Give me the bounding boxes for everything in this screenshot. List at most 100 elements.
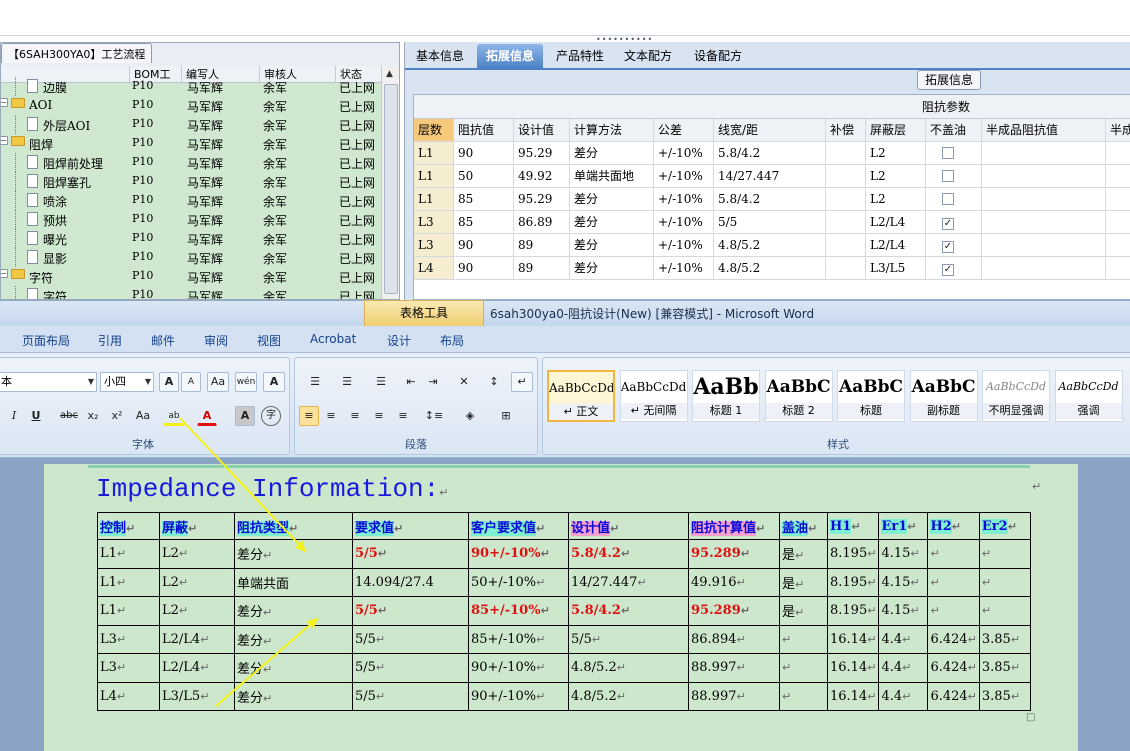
grid-cell[interactable]: [926, 142, 982, 165]
table-cell[interactable]: 4.4↵: [878, 624, 929, 654]
tree-row[interactable]: 边膜 P10 马军辉 余军 已上网: [1, 77, 381, 96]
grid-column-header[interactable]: 阻抗值: [454, 119, 514, 142]
grid-cell[interactable]: [926, 188, 982, 211]
tree-row[interactable]: − AOI P10 马军辉 余军 已上网: [1, 96, 381, 115]
table-header-cell[interactable]: Er2↵: [978, 512, 1031, 540]
extended-info-subtab[interactable]: 拓展信息: [917, 70, 981, 90]
style-option[interactable]: AaBbCcDd ↵ 正文: [547, 370, 615, 422]
char-shading-icon[interactable]: A: [235, 406, 255, 426]
table-cell[interactable]: ↵: [927, 596, 980, 626]
table-cell[interactable]: 90+/-10%↵: [468, 681, 569, 711]
table-cell[interactable]: 差分↵: [234, 596, 353, 626]
grid-cell[interactable]: [982, 165, 1106, 188]
table-cell[interactable]: ↵: [978, 596, 1031, 626]
style-option[interactable]: AaBbCcDd 不明显强调: [982, 370, 1050, 422]
font-color-icon[interactable]: A: [197, 406, 217, 426]
table-cell[interactable]: ↵: [978, 567, 1031, 597]
grid-cell[interactable]: 85: [454, 188, 514, 211]
grid-cell[interactable]: ✓: [926, 234, 982, 257]
table-cell[interactable]: 差分↵: [234, 539, 353, 569]
strikethrough-icon[interactable]: abc: [57, 406, 81, 426]
grid-cell[interactable]: +/-10%: [654, 165, 714, 188]
table-cell[interactable]: ↵: [779, 653, 828, 683]
grid-column-header[interactable]: 半成品阻抗值: [982, 119, 1106, 142]
table-cell[interactable]: ↵: [779, 681, 828, 711]
grid-cell[interactable]: 85: [454, 211, 514, 234]
table-cell[interactable]: 4.8/5.2↵: [568, 681, 689, 711]
grid-cell[interactable]: [926, 165, 982, 188]
table-cell[interactable]: 85+/-10%↵: [468, 624, 569, 654]
grid-cell[interactable]: [826, 257, 866, 280]
doc-heading[interactable]: Impedance Information:↵: [96, 474, 448, 504]
grid-cell[interactable]: 5/5: [714, 211, 826, 234]
table-cell[interactable]: 6.424↵: [927, 653, 980, 683]
underline-icon[interactable]: U: [27, 406, 45, 426]
table-cell[interactable]: 95.289↵: [688, 539, 780, 569]
table-cell[interactable]: 4.15↵: [878, 539, 929, 569]
table-cell[interactable]: 5/5↵: [352, 681, 469, 711]
table-header-cell[interactable]: 盖油↵: [779, 512, 828, 540]
table-cell[interactable]: L1↵: [97, 596, 160, 626]
tree-row[interactable]: 显影 P10 马军辉 余军 已上网: [1, 248, 381, 267]
table-cell[interactable]: 差分↵: [234, 653, 353, 683]
table-cell[interactable]: 3.85↵: [978, 653, 1031, 683]
grid-cell[interactable]: [1106, 234, 1130, 257]
align-right-icon[interactable]: ≡: [345, 406, 365, 426]
table-cell[interactable]: 90+/-10%↵: [468, 539, 569, 569]
style-option[interactable]: AaBbC 标题: [837, 370, 905, 422]
table-cell[interactable]: 14/27.447↵: [568, 567, 689, 597]
table-header-cell[interactable]: 控制↵: [97, 512, 160, 540]
grid-cell[interactable]: 49.92: [514, 165, 570, 188]
grid-column-header[interactable]: 设计值: [514, 119, 570, 142]
table-cell[interactable]: 88.997↵: [688, 653, 780, 683]
grid-cell[interactable]: +/-10%: [654, 234, 714, 257]
grid-cell[interactable]: L2: [866, 188, 926, 211]
highlight-icon[interactable]: ab: [163, 406, 185, 426]
style-option[interactable]: AaBbC 副标题: [909, 370, 978, 422]
sort-icon[interactable]: ↕: [483, 372, 505, 392]
enclose-char-icon[interactable]: 字: [261, 406, 281, 426]
table-cell[interactable]: 是↵: [779, 596, 828, 626]
table-cell[interactable]: 单端共面: [234, 567, 353, 597]
impedance-table[interactable]: 控制↵ 屏蔽↵ 阻抗类型↵ 要求值↵ 客户要求值↵ 设计值↵ 阻抗计算值↵ 盖油↵ H1↵ Er1…: [97, 512, 1031, 711]
italic-icon[interactable]: I: [5, 406, 23, 426]
align-center-icon[interactable]: ≡: [321, 406, 341, 426]
table-cell[interactable]: 8.195↵: [826, 539, 880, 569]
table-cell[interactable]: L2↵: [159, 596, 235, 626]
tree-row[interactable]: 曝光 P10 马军辉 余军 已上网: [1, 229, 381, 248]
grid-cell[interactable]: 差分: [570, 257, 654, 280]
grid-cell[interactable]: L1: [414, 165, 454, 188]
grid-cell[interactable]: 4.8/5.2: [714, 234, 826, 257]
table-cell[interactable]: 5/5↵: [568, 624, 689, 654]
grid-cell[interactable]: [982, 188, 1106, 211]
grid-cell[interactable]: 5.8/4.2: [714, 188, 826, 211]
grid-column-header[interactable]: 公差: [654, 119, 714, 142]
no-mask-checkbox[interactable]: [942, 147, 954, 159]
table-header-cell[interactable]: 设计值↵: [568, 512, 689, 540]
table-cell[interactable]: 16.14↵: [826, 624, 880, 654]
table-cell[interactable]: L1↵: [97, 567, 160, 597]
grid-cell[interactable]: [826, 142, 866, 165]
grid-cell[interactable]: 50: [454, 165, 514, 188]
tree-row[interactable]: 预烘 P10 马军辉 余军 已上网: [1, 210, 381, 229]
grid-column-header[interactable]: 半成: [1106, 119, 1130, 142]
grid-cell[interactable]: [826, 165, 866, 188]
grid-cell[interactable]: L2/L4: [866, 234, 926, 257]
font-name-combo[interactable]: 本 ▼: [0, 372, 97, 392]
tree-row[interactable]: 外层AOI P10 马军辉 余军 已上网: [1, 115, 381, 134]
align-left-icon[interactable]: ≡: [299, 406, 319, 426]
table-cell[interactable]: L2↵: [159, 539, 235, 569]
no-mask-checkbox[interactable]: [942, 170, 954, 182]
scroll-thumb[interactable]: [384, 84, 398, 294]
grid-cell[interactable]: 差分: [570, 142, 654, 165]
grid-cell[interactable]: [1106, 142, 1130, 165]
grid-cell[interactable]: [982, 257, 1106, 280]
table-cell[interactable]: L3↵: [97, 624, 160, 654]
tab-page-layout[interactable]: 页面布局: [22, 332, 70, 349]
table-cell[interactable]: 86.894↵: [688, 624, 780, 654]
phonetic-guide-icon[interactable]: wén: [235, 372, 257, 392]
tab-review[interactable]: 审阅: [204, 332, 228, 349]
tree-row[interactable]: 字符 P10 马军辉 余军 已上网: [1, 286, 381, 299]
decrease-indent-icon[interactable]: ⇤: [401, 372, 421, 392]
table-cell[interactable]: 4.4↵: [878, 653, 929, 683]
